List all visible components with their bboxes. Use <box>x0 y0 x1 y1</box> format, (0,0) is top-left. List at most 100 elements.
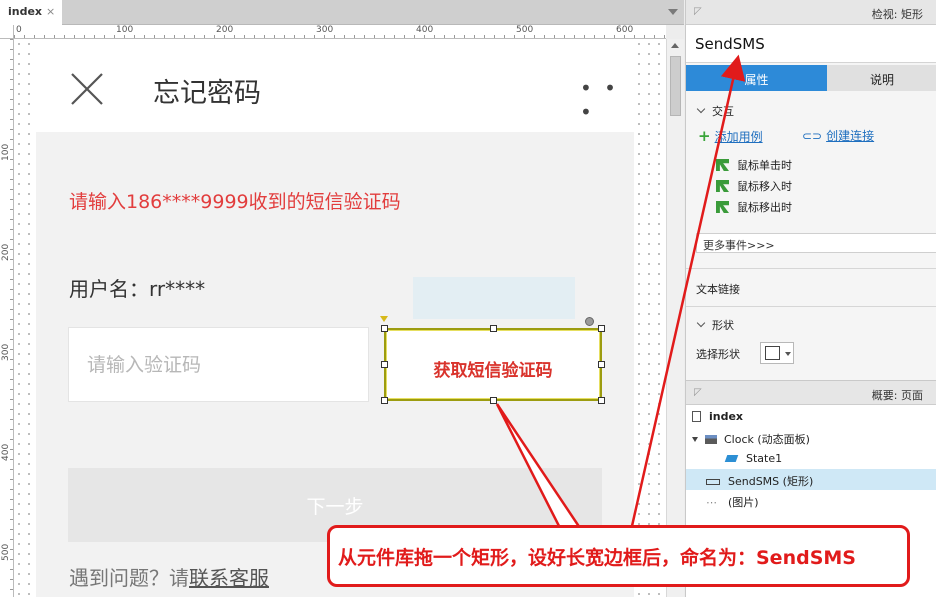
resize-handle[interactable] <box>598 361 605 368</box>
help-text: 遇到问题？请联系客服 <box>69 562 269 591</box>
widget-name-field[interactable]: SendSMS <box>686 25 936 63</box>
vertical-ruler: 100 200 300 400 500 <box>0 39 14 597</box>
tree-label: SendSMS (矩形) <box>728 475 814 488</box>
scroll-up-icon[interactable] <box>671 43 679 48</box>
username-label: 用户名：rr**** <box>69 277 206 301</box>
tree-label: Clock (动态面板) <box>724 433 810 446</box>
ruler-label: 200 <box>216 25 234 35</box>
tab-notes[interactable]: 说明 <box>827 65 936 91</box>
ruler-label: 0 <box>16 25 22 35</box>
more-events-dropdown[interactable]: 更多事件>>> <box>696 233 936 253</box>
outline-title: 概要: 页面 <box>871 389 923 402</box>
add-case-label: 添加用例 <box>714 130 763 144</box>
event-icon <box>716 201 729 213</box>
ruler-label: 500 <box>1 543 11 561</box>
chevron-down-icon <box>785 352 791 356</box>
state-icon <box>724 455 739 462</box>
interaction-label: 交互 <box>712 105 734 118</box>
interaction-section[interactable]: 交互 <box>696 103 734 119</box>
plus-icon: + <box>698 127 711 145</box>
canvas-vertical-scrollbar[interactable] <box>666 39 684 597</box>
link-icon: ⊂⊃ <box>802 129 823 143</box>
shape-picker[interactable] <box>760 342 794 364</box>
page-header: 忘记密码 • • • <box>36 42 634 132</box>
ruler-label: 400 <box>1 443 11 461</box>
inspector-tabs: 属性 说明 <box>686 65 936 91</box>
shape-section[interactable]: 形状 <box>696 317 734 333</box>
tree-label: (图片) <box>728 496 759 509</box>
close-tab-icon[interactable]: × <box>46 5 55 18</box>
outline-header: ◸ 概要: 页面 <box>686 381 936 405</box>
text-link-section[interactable]: 文本链接 <box>696 281 740 297</box>
scrollbar-thumb[interactable] <box>670 56 681 116</box>
shape-label: 形状 <box>712 319 734 332</box>
event-label: 鼠标移入时 <box>737 180 792 193</box>
sms-hint-text: 请输入186****9999收到的短信验证码 <box>69 191 401 213</box>
ruler-label: 300 <box>1 343 11 361</box>
dynamic-panel-icon <box>705 435 717 444</box>
inspector-header: ◸ 检视: 矩形 <box>686 0 936 25</box>
rectangle-icon <box>706 479 720 485</box>
divider <box>686 306 936 307</box>
tree-item-index[interactable]: index <box>686 406 936 427</box>
tree-label: State1 <box>746 452 783 465</box>
create-link-label: 创建连接 <box>826 129 875 143</box>
placeholder-shape[interactable] <box>413 277 575 319</box>
event-icon <box>716 159 729 171</box>
select-shape-label: 选择形状 <box>696 348 740 361</box>
event-item[interactable]: 鼠标移入时 <box>716 178 792 194</box>
inspector-title: 检视: 矩形 <box>871 8 923 21</box>
page-icon <box>692 411 701 422</box>
chevron-down-icon[interactable] <box>696 104 706 114</box>
resize-handle[interactable] <box>490 325 497 332</box>
close-icon[interactable] <box>69 71 105 107</box>
pin-icon[interactable]: ◸ <box>694 6 702 17</box>
verification-code-input[interactable]: 请输入验证码 <box>68 327 369 402</box>
event-icon <box>716 180 729 192</box>
ruler-label: 500 <box>516 25 534 35</box>
ruler-label: 100 <box>1 143 11 161</box>
event-label: 鼠标单击时 <box>737 159 792 172</box>
resize-handle[interactable] <box>598 325 605 332</box>
tab-list-dropdown-icon[interactable] <box>668 9 678 15</box>
document-tab-bar: index × <box>0 0 684 25</box>
resize-handle[interactable] <box>598 397 605 404</box>
page-title: 忘记密码 <box>153 78 261 109</box>
resize-handle[interactable] <box>381 361 388 368</box>
event-label: 鼠标移出时 <box>737 201 792 214</box>
ruler-corner <box>0 25 14 39</box>
resize-handle[interactable] <box>381 397 388 404</box>
tab-index[interactable]: index × <box>0 0 62 25</box>
pin-icon[interactable]: ◸ <box>694 387 702 398</box>
horizontal-ruler: 0 100 200 300 400 500 600 <box>14 25 666 39</box>
tab-label: index <box>8 5 43 18</box>
add-case-link[interactable]: + 添加用例 <box>698 127 763 145</box>
tree-item-clock[interactable]: Clock (动态面板) <box>686 427 936 448</box>
resize-handle[interactable] <box>381 325 388 332</box>
divider <box>686 268 936 269</box>
chevron-down-icon[interactable] <box>696 318 706 328</box>
help-prefix: 遇到问题？请 <box>69 566 189 590</box>
ruler-label: 100 <box>116 25 134 35</box>
ruler-label: 200 <box>1 243 11 261</box>
tree-item-sendsms[interactable]: SendSMS (矩形) <box>686 469 936 490</box>
event-item[interactable]: 鼠标移出时 <box>716 199 792 215</box>
event-item[interactable]: 鼠标单击时 <box>716 157 792 173</box>
expand-icon[interactable] <box>692 437 698 442</box>
tab-properties[interactable]: 属性 <box>686 65 827 91</box>
create-link-link[interactable]: ⊂⊃ 创建连接 <box>802 127 874 144</box>
anchor-marker-icon[interactable] <box>380 316 388 322</box>
tree-item-state1[interactable]: State1 <box>686 448 936 469</box>
tree-label: index <box>709 410 744 423</box>
ruler-label: 400 <box>416 25 434 35</box>
resize-handle[interactable] <box>490 397 497 404</box>
phone-page: 忘记密码 • • • 请输入186****9999收到的短信验证码 用户名：rr… <box>36 42 634 597</box>
tree-item-image[interactable]: ⋯ (图片) <box>686 490 936 511</box>
more-icon[interactable]: • • • <box>580 76 634 124</box>
ruler-label: 300 <box>316 25 334 35</box>
contact-support-link[interactable]: 联系客服 <box>189 566 269 590</box>
sendsms-widget[interactable]: 获取短信验证码 <box>384 328 602 401</box>
inspector-panel: ◸ 检视: 矩形 SendSMS 属性 说明 交互 + 添加用例 ⊂⊃ 创建连接 鼠… <box>685 0 936 380</box>
rotation-handle[interactable] <box>585 317 594 326</box>
rectangle-shape-icon <box>765 346 780 360</box>
